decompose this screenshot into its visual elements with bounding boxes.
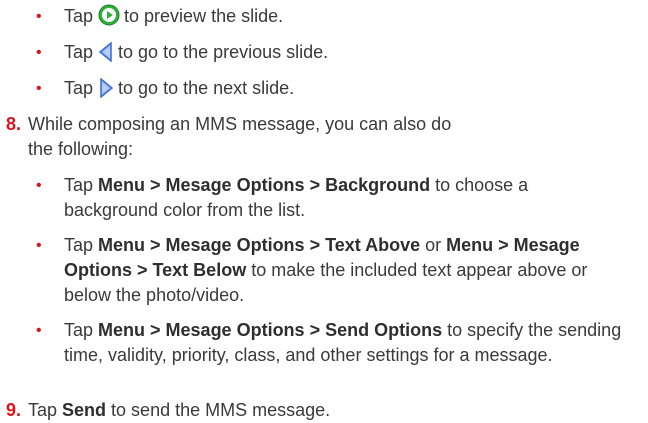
bullet-text-before: Tap (64, 6, 94, 26)
bullet-text: Tap (64, 235, 99, 255)
menu-path: Menu > Mesage Options > Text Above (98, 235, 421, 255)
bullet-marker: • (36, 237, 42, 254)
send-label: Send (62, 400, 107, 420)
step-9: 9. Tap Send to send the MMS message. (6, 398, 640, 423)
bullet-text: Tap (64, 175, 99, 195)
bullet-send-options: • Tap Menu > Mesage Options > Send Optio… (36, 318, 640, 368)
bullet-marker: • (36, 80, 42, 97)
bullet-text: Tap (64, 320, 99, 340)
next-slide-arrow-icon (98, 77, 114, 105)
bullet-text-position: • Tap Menu > Mesage Options > Text Above… (36, 233, 640, 308)
bullet-text-after: to go to the previous slide. (118, 42, 329, 62)
bullet-text-after: to preview the slide. (124, 6, 284, 26)
bullet-next-slide: • Tap to go to the next slide. (36, 76, 640, 105)
menu-path: Menu > Mesage Options > Send Options (98, 320, 443, 340)
bullet-marker: • (36, 44, 42, 61)
bullet-previous-slide: • Tap to go to the previous slide. (36, 40, 640, 69)
bullet-text: or (420, 235, 447, 255)
step-number: 8. (6, 114, 22, 134)
bullet-marker: • (36, 322, 42, 339)
bullet-preview: • Tap to preview the slide. (36, 4, 640, 33)
step-text: Tap (28, 400, 63, 420)
previous-slide-arrow-icon (98, 41, 114, 69)
step-number: 9. (6, 400, 22, 420)
manual-page: • Tap to preview the slide. • Tap to go to… (0, 0, 648, 423)
bullet-marker: • (36, 8, 42, 25)
bullet-text-before: Tap (64, 42, 94, 62)
bullet-text-before: Tap (64, 78, 94, 98)
step-text: to send the MMS message. (106, 400, 331, 420)
step-text: While composing an MMS message, you can … (28, 114, 452, 159)
bullet-marker: • (36, 177, 42, 194)
play-icon (98, 4, 120, 33)
bullet-text-after: to go to the next slide. (118, 78, 295, 98)
menu-path: Menu > Mesage Options > Background (98, 175, 431, 195)
bullet-background: • Tap Menu > Mesage Options > Background… (36, 173, 640, 223)
step-8: 8. While composing an MMS message, you c… (6, 112, 640, 162)
